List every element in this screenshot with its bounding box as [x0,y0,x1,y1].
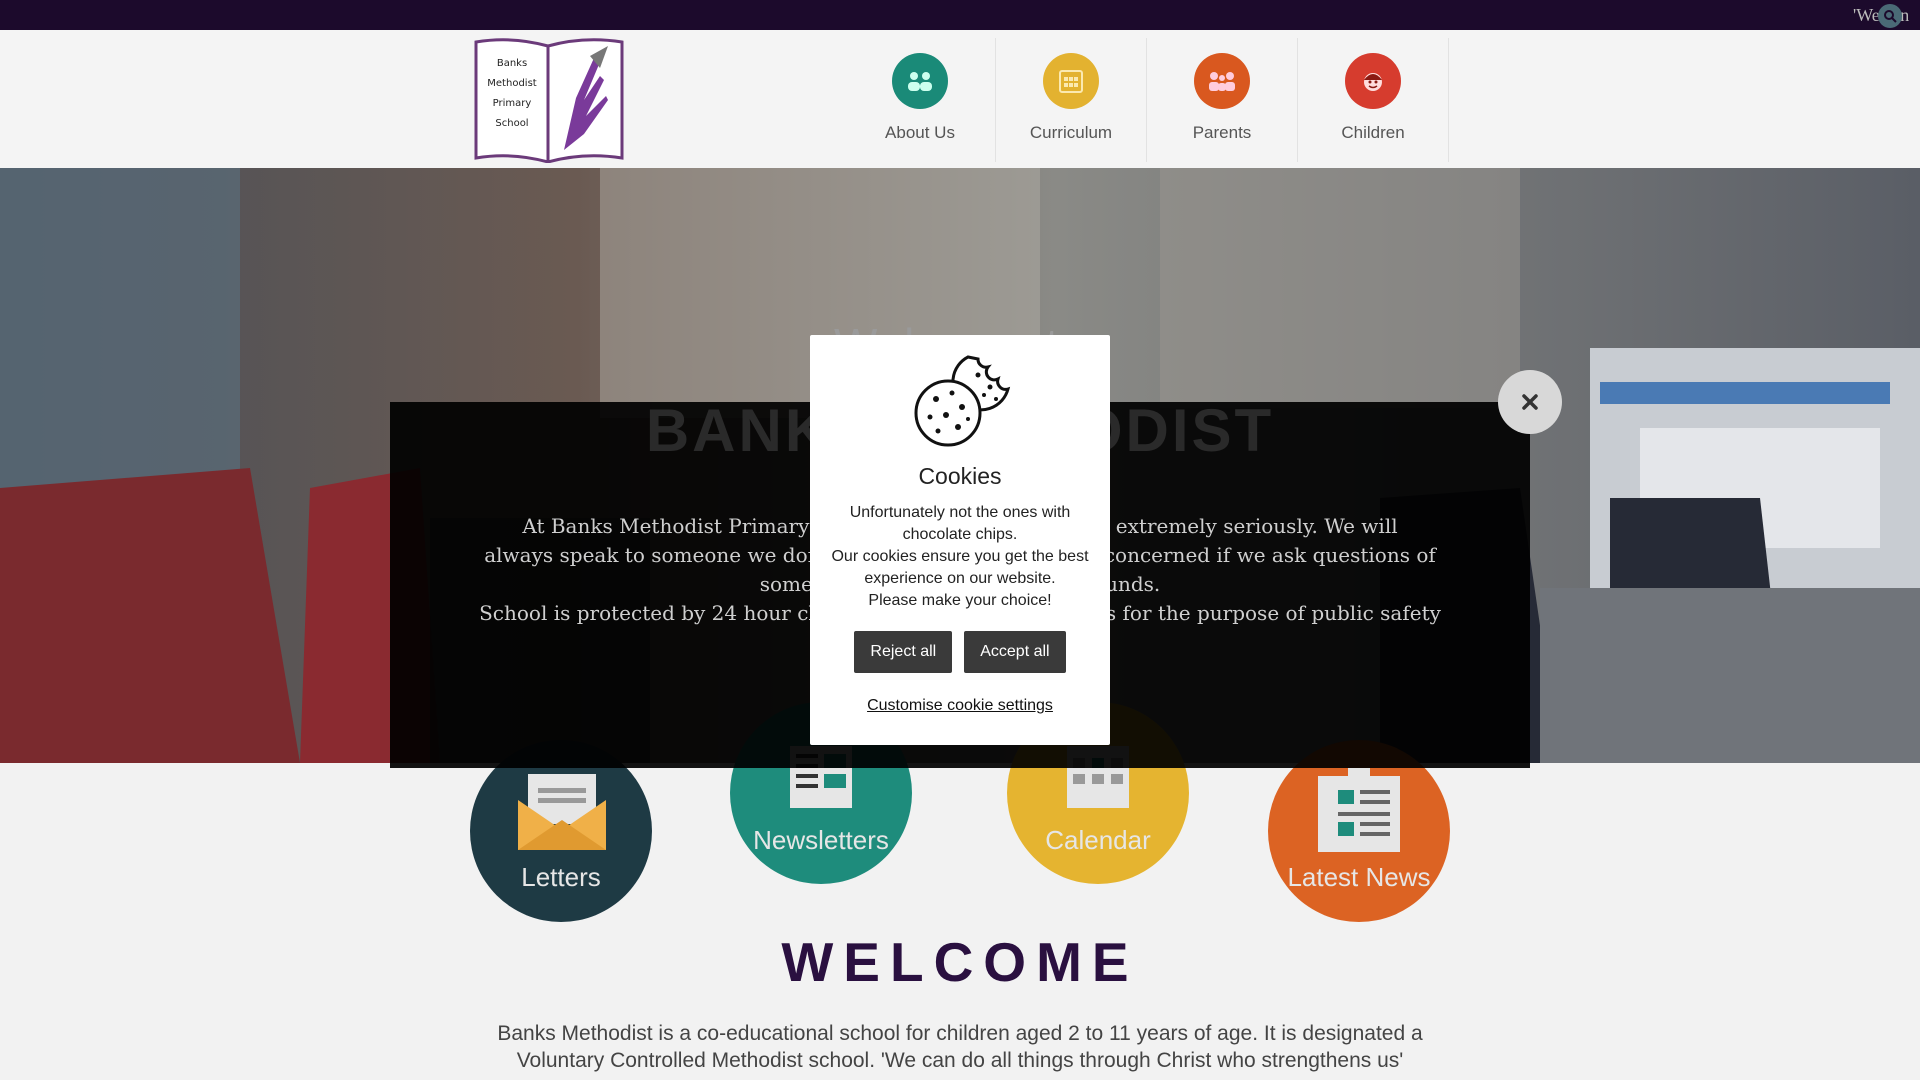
quick-link-latest-news-label: Latest News [1287,862,1431,892]
welcome-heading: WELCOME [781,931,1139,993]
site-header: Banks Methodist Primary School About Us … [0,30,1920,168]
customise-cookie-settings-link[interactable]: Customise cookie settings [867,697,1053,715]
nav-item-children[interactable]: Children [1298,38,1449,162]
cookie-text-line: Unfortunately not the ones with chocolat… [849,504,1071,543]
nav-item-curriculum[interactable]: Curriculum [996,38,1147,162]
logo-line-2: Methodist [487,78,536,89]
nav-label-about-us: About Us [885,123,955,142]
quick-link-newsletters-label: Newsletters [753,825,889,855]
logo-line-4: School [495,118,528,129]
cookie-buttons: Reject all Accept all [810,631,1110,673]
cookie-title: Cookies [918,463,1002,489]
cookie-text-line: Please make your choice! [868,592,1052,609]
news-sheet-icon [1318,766,1400,857]
cookie-text: Unfortunately not the ones with chocolat… [824,502,1096,612]
close-icon[interactable] [1498,370,1562,434]
quick-link-calendar-label: Calendar [1045,825,1151,855]
quick-link-letters-label: Letters [521,862,601,892]
reject-all-button[interactable]: Reject all [854,631,953,673]
nav-item-parents[interactable]: Parents [1147,38,1298,162]
logo-line-3: Primary [493,98,532,109]
nav-label-parents: Parents [1192,123,1252,142]
cookie-dialog: Cookies Unfortunately not the ones with … [810,335,1110,745]
family-icon [1194,53,1250,109]
search-icon[interactable] [1878,4,1902,28]
welcome-text: Banks Methodist is a co-educational scho… [497,1022,1423,1072]
people-icon [892,53,948,109]
logo-line-1: Banks [497,58,527,69]
nav-label-children: Children [1341,123,1405,142]
child-face-icon [1345,53,1401,109]
cookie-text-line: Our cookies ensure you get the best expe… [831,548,1089,587]
accept-all-button[interactable]: Accept all [964,631,1066,673]
school-logo[interactable]: Banks Methodist Primary School [472,38,626,164]
nav-item-about-us[interactable]: About Us [845,38,996,162]
calendar-grid-icon [1043,53,1099,109]
cookie-icon [908,353,1012,454]
envelope-icon [518,770,606,855]
top-bar: 'We can [0,0,1920,30]
main-nav: About Us Curriculum Parents Children [845,30,1449,168]
nav-label-curriculum: Curriculum [1029,123,1113,142]
